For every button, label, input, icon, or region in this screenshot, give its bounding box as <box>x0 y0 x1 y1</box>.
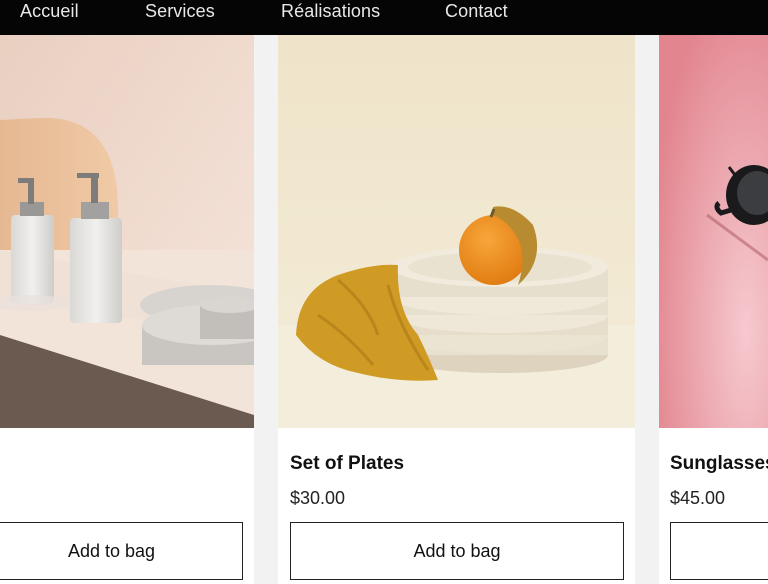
add-to-bag-button[interactable] <box>670 522 768 580</box>
product-price: $30.00 <box>290 488 346 508</box>
plates-orange-photo <box>278 35 635 428</box>
top-nav: Accueil Services Réalisations Contact <box>0 0 768 35</box>
product-card-sunglasses: Sunglasses $45.00 <box>659 35 768 584</box>
nav-link-accueil[interactable]: Accueil <box>20 1 79 22</box>
add-to-bag-button[interactable]: Add to bag <box>0 522 243 580</box>
nav-link-contact[interactable]: Contact <box>445 1 508 22</box>
product-card-plates: Set of Plates $30.00 Add to bag <box>278 35 635 584</box>
product-card-soap: p Add to bag <box>0 35 254 584</box>
add-to-bag-button[interactable]: Add to bag <box>290 522 624 580</box>
soap-dispenser-photo <box>0 35 254 428</box>
nav-link-services[interactable]: Services <box>145 1 215 22</box>
product-image-plates[interactable] <box>278 35 635 428</box>
nav-link-realisations[interactable]: Réalisations <box>281 1 380 22</box>
product-title: Sunglasses <box>670 453 768 474</box>
product-title: p <box>0 453 1 475</box>
product-price: $45.00 <box>670 488 726 508</box>
product-title: Set of Plates <box>290 453 405 474</box>
product-image-sunglasses[interactable] <box>659 35 768 428</box>
sunglasses-photo <box>659 35 768 428</box>
product-image-soap[interactable] <box>0 35 254 428</box>
